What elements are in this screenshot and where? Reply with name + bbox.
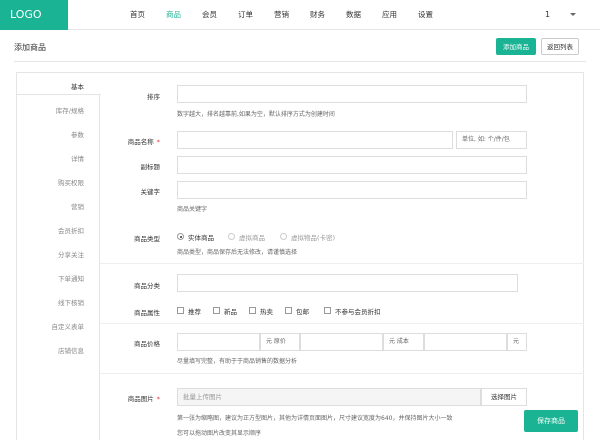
sidebar-item-details[interactable]: 详情 [71,153,84,163]
nav-home[interactable]: 首页 [130,0,145,30]
checkbox-recommend-label: 推荐 [188,308,201,316]
category-label: 商品分类 [134,282,160,290]
sidebar-item-marketing[interactable]: 营销 [71,201,84,211]
sidebar-item-custom-form[interactable]: 自定义表单 [52,321,85,331]
keywords-help: 商品关键字 [177,206,208,213]
cost-price-unit-addon: 元 [507,333,527,351]
section-divider [100,373,584,374]
unit-input[interactable]: 单位, 如: 个/件/包 [456,131,527,149]
save-goods-button[interactable]: 保存商品 [524,410,578,432]
goods-name-input[interactable] [177,131,453,149]
batch-upload-input[interactable]: 批量上传图片 [177,388,481,406]
sidebar-active-bg [17,73,101,95]
images-label: 商品图片 * [127,395,160,403]
sidebar-item-stock[interactable]: 库存/规格 [56,105,84,115]
form-content: 排序 数字越大，排名越靠前,如果为空，默认排序方式为创建时间 商品名称 * 单位,… [100,72,584,440]
checkbox-free-shipping[interactable] [285,307,292,314]
add-goods-button[interactable]: 添加商品 [496,38,536,55]
cost-price-input[interactable] [424,333,507,351]
nav-finance[interactable]: 财务 [310,0,325,30]
chevron-down-icon[interactable] [570,13,576,16]
page-title: 添加商品 [14,43,46,52]
section-divider [100,323,584,324]
checkbox-hot-label: 热卖 [260,308,273,316]
sort-help: 数字越大，排名越靠前,如果为空，默认排序方式为创建时间 [177,111,335,118]
sidebar-item-basic[interactable]: 基本 [71,81,84,91]
nav-members[interactable]: 会员 [202,0,217,30]
user-menu[interactable]: 1 [545,0,550,30]
keywords-input[interactable] [177,181,527,199]
subtitle-input[interactable] [177,156,527,174]
main-nav: 首页 商品 会员 订单 营销 财务 数据 应用 设置 [130,0,454,30]
checkbox-no-member-discount-label: 不参与会员折扣 [335,308,381,316]
nav-apps[interactable]: 应用 [382,0,397,30]
checkbox-recommend[interactable] [177,307,184,314]
radio-virtual-label: 虚拟商品 [239,234,265,242]
sidebar-item-purchase-permission[interactable]: 购买权限 [58,177,84,187]
sidebar-item-share[interactable]: 分享关注 [58,249,84,259]
radio-virtual[interactable] [228,233,235,240]
divider [14,61,586,62]
back-to-list-button[interactable]: 返回列表 [541,38,579,55]
subtitle-label: 副标题 [140,163,161,171]
goods-type-label: 商品类型 [134,235,160,243]
keywords-label: 关键字 [140,188,161,196]
form-sidebar: 基本 库存/规格 参数 详情 购买权限 营销 会员折扣 分享关注 下单通知 线下… [16,72,101,440]
sidebar-item-order-notify[interactable]: 下单通知 [58,273,84,283]
checkbox-new[interactable] [213,307,220,314]
goods-name-label: 商品名称 * [127,138,160,146]
nav-orders[interactable]: 订单 [238,0,253,30]
sidebar-item-offline-verify[interactable]: 线下核销 [58,297,84,307]
checkbox-no-member-discount[interactable] [324,307,331,314]
price-label: 商品价格 [134,340,160,348]
images-drag-help: 您可以拖动图片改变其显示顺序 [177,430,262,437]
checkbox-hot[interactable] [249,307,256,314]
nav-settings[interactable]: 设置 [418,0,433,30]
sidebar-item-params[interactable]: 参数 [71,129,84,139]
nav-goods[interactable]: 商品 [166,0,181,30]
required-mark: * [156,395,160,403]
choose-image-button[interactable]: 选择图片 [481,388,527,406]
price-input[interactable] [177,333,260,351]
images-help: 第一张为缩略图，建议为正方型图片，其他为详情页面图片，尺寸建议宽度为640，并保… [177,415,453,422]
checkbox-new-label: 新品 [224,308,237,316]
checkbox-free-shipping-label: 包邮 [296,308,309,316]
sort-input[interactable] [177,85,527,103]
price-help: 尽量填写完整，有助于于商品销售的数据分析 [177,358,298,365]
required-mark: * [156,138,160,146]
sidebar-item-member-discount[interactable]: 会员折扣 [58,225,84,235]
logo[interactable]: LOGO [0,0,68,30]
original-price-unit-addon: 元 成本 [383,333,424,351]
attributes-label: 商品属性 [134,309,160,317]
section-divider [100,263,584,264]
radio-physical[interactable] [177,233,184,240]
nav-data[interactable]: 数据 [346,0,361,30]
original-price-input[interactable] [300,333,383,351]
goods-type-help: 商品类型，商品保存后无法修改，请谨慎选择 [177,249,298,256]
radio-card-label: 虚拟物品(卡密) [291,234,336,242]
category-select[interactable] [177,274,518,292]
nav-marketing[interactable]: 营销 [274,0,289,30]
radio-physical-label: 实体商品 [188,234,214,242]
price-unit-addon: 元 原价 [260,333,300,351]
sidebar-item-shop-info[interactable]: 店铺信息 [58,345,84,355]
radio-card[interactable] [280,233,287,240]
sort-label: 排序 [147,93,160,101]
page-content: 添加商品 添加商品 返回列表 基本 库存/规格 参数 详情 购买权限 营销 会员… [0,30,600,440]
top-navbar: LOGO 首页 商品 会员 订单 营销 财务 数据 应用 设置 1 [0,0,600,30]
